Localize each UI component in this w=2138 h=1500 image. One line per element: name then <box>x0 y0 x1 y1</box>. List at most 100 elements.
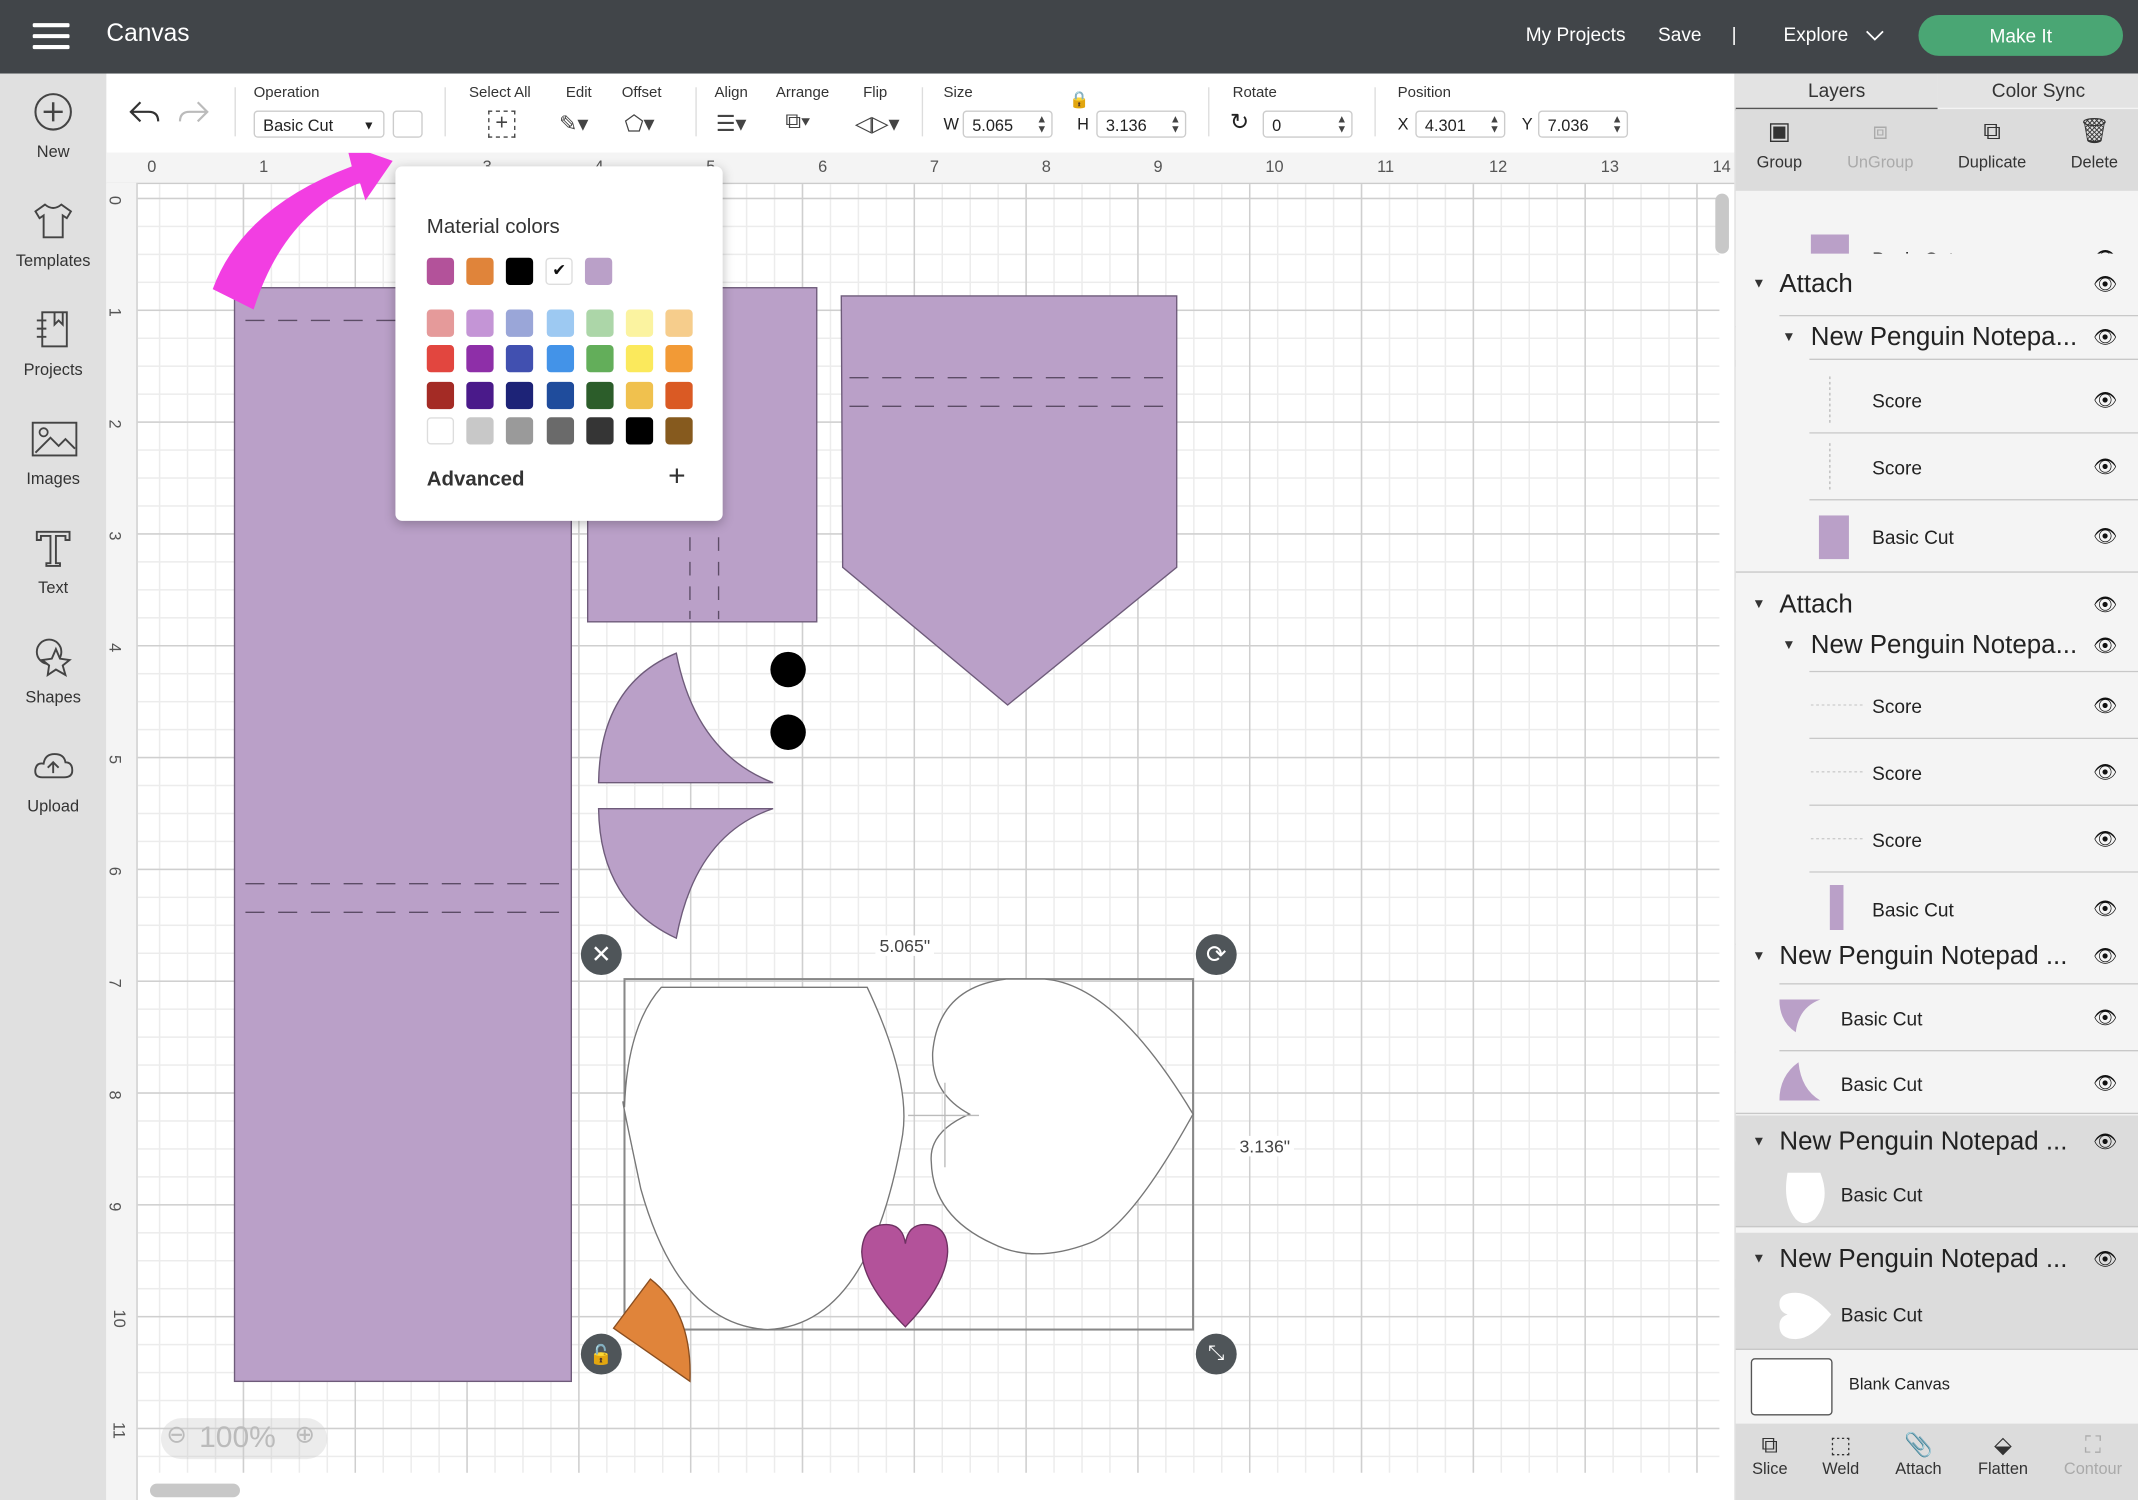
width-stepper-icon[interactable]: ▲ ▼ <box>1036 114 1047 134</box>
expand-advanced-icon[interactable]: + <box>668 458 686 493</box>
color-swatch-button[interactable] <box>392 110 423 138</box>
x-stepper-icon[interactable]: ▲ ▼ <box>1489 114 1500 134</box>
material-color-swatch[interactable] <box>505 257 534 286</box>
rotate-handle-icon[interactable]: ⟳ <box>1195 934 1237 976</box>
operation-select[interactable]: Basic Cut ▼ <box>253 110 385 138</box>
lock-proportions-icon[interactable]: 🔒 <box>1069 90 1089 109</box>
shape-heart-white[interactable] <box>930 978 1194 1255</box>
chevron-down-icon[interactable] <box>1865 29 1884 43</box>
attach-button[interactable]: 📎 Attach <box>1878 1432 1960 1478</box>
palette-color-swatch[interactable] <box>665 381 693 409</box>
material-color-swatch[interactable] <box>584 257 613 286</box>
palette-color-swatch[interactable] <box>546 417 574 445</box>
palette-color-swatch[interactable] <box>586 345 614 373</box>
sidebar-item-images[interactable]: Images <box>0 401 106 510</box>
sidebar-item-templates[interactable]: Templates <box>0 183 106 292</box>
palette-color-swatch[interactable] <box>625 381 654 409</box>
lock-handle-icon[interactable]: 🔓 <box>580 1333 622 1375</box>
make-it-button[interactable]: Make It <box>1918 15 2124 56</box>
visibility-eye-icon[interactable]: 👁 <box>2093 694 2117 717</box>
collapse-caret-icon[interactable]: ▼ <box>1752 1252 1766 1267</box>
width-input[interactable]: 5.065 ▲ ▼ <box>962 110 1053 138</box>
visibility-eye-icon[interactable]: 👁 <box>2093 273 2117 296</box>
y-position-input[interactable]: 7.036 ▲ ▼ <box>1538 110 1629 138</box>
shape-pocket[interactable] <box>840 295 1178 706</box>
palette-color-swatch[interactable] <box>506 417 534 445</box>
sidebar-item-text[interactable]: Text <box>0 510 106 619</box>
palette-color-swatch[interactable] <box>426 417 455 445</box>
weld-button[interactable]: ⬚ Weld <box>1800 1432 1882 1478</box>
save-link[interactable]: Save <box>1658 23 1702 45</box>
my-projects-link[interactable]: My Projects <box>1526 23 1626 45</box>
palette-color-swatch[interactable] <box>586 381 614 409</box>
shape-eye[interactable] <box>770 714 806 751</box>
palette-color-swatch[interactable] <box>665 417 693 445</box>
redo-icon[interactable] <box>177 98 210 125</box>
collapse-caret-icon[interactable]: ▼ <box>1752 597 1766 612</box>
ungroup-button[interactable]: ⧈ UnGroup <box>1833 117 1928 172</box>
visibility-eye-icon[interactable]: 👁 <box>2093 761 2117 784</box>
palette-color-swatch[interactable] <box>546 345 574 373</box>
tab-color-sync[interactable]: Color Sync <box>1937 73 2138 108</box>
rotate-input[interactable]: 0 ▲ ▼ <box>1262 110 1353 138</box>
visibility-eye-icon[interactable]: 👁 <box>2093 1130 2117 1153</box>
horizontal-scrollbar[interactable] <box>149 1483 240 1498</box>
x-position-input[interactable]: 4.301 ▲ ▼ <box>1415 110 1506 138</box>
sidebar-item-projects[interactable]: Projects <box>0 292 106 401</box>
layer-row[interactable]: Score 👁 <box>1735 805 2138 873</box>
sidebar-item-shapes[interactable]: Shapes <box>0 619 106 728</box>
vertical-scrollbar[interactable] <box>1715 193 1729 254</box>
resize-handle-icon[interactable]: ⤡ <box>1195 1333 1237 1375</box>
select-all-icon[interactable]: + <box>488 110 516 138</box>
layer-row[interactable]: Basic Cut 👁 <box>1735 1052 2138 1115</box>
visibility-eye-icon[interactable]: 👁 <box>2093 525 2117 548</box>
delete-handle-icon[interactable]: ✕ <box>580 934 622 976</box>
palette-color-swatch[interactable] <box>426 309 455 337</box>
palette-color-swatch[interactable] <box>546 309 574 337</box>
align-icon[interactable]: ☰▾ <box>716 110 747 137</box>
palette-color-swatch[interactable] <box>466 381 494 409</box>
blank-canvas-row[interactable]: Blank Canvas <box>1735 1350 2138 1424</box>
palette-color-swatch[interactable] <box>426 381 455 409</box>
visibility-eye-icon[interactable]: 👁 <box>2093 634 2117 657</box>
visibility-eye-icon[interactable]: 👁 <box>2093 455 2117 478</box>
visibility-eye-icon[interactable]: 👁 <box>2093 828 2117 851</box>
palette-color-swatch[interactable] <box>625 309 654 337</box>
visibility-eye-icon[interactable]: 👁 <box>2093 1072 2117 1095</box>
height-input[interactable]: 3.136 ▲ ▼ <box>1096 110 1187 138</box>
visibility-eye-icon[interactable]: 👁 <box>2093 326 2117 349</box>
rotate-stepper-icon[interactable]: ▲ ▼ <box>1336 114 1347 134</box>
palette-color-swatch[interactable] <box>506 381 534 409</box>
duplicate-button[interactable]: ⧉ Duplicate <box>1944 117 2039 172</box>
collapse-caret-icon[interactable]: ▼ <box>1782 330 1796 345</box>
visibility-eye-icon[interactable]: 👁 <box>2093 1006 2117 1029</box>
layer-row[interactable]: Score 👁 <box>1735 672 2138 740</box>
palette-color-swatch[interactable] <box>506 345 534 373</box>
visibility-eye-icon[interactable]: 👁 <box>2093 945 2117 968</box>
palette-color-swatch[interactable] <box>625 345 654 373</box>
material-color-swatch[interactable] <box>426 257 455 286</box>
layer-row[interactable]: Score 👁 <box>1735 366 2138 434</box>
tab-layers[interactable]: Layers <box>1735 73 1938 111</box>
y-stepper-icon[interactable]: ▲ ▼ <box>1612 114 1623 134</box>
layer-row[interactable]: Score 👁 <box>1735 433 2138 501</box>
palette-color-swatch[interactable] <box>665 345 693 373</box>
height-stepper-icon[interactable]: ▲ ▼ <box>1170 114 1181 134</box>
layer-row[interactable]: Score 👁 <box>1735 739 2138 806</box>
delete-button[interactable]: 🗑 Delete <box>2047 117 2138 172</box>
layer-row[interactable]: Basic Cut <box>1735 1161 2138 1228</box>
collapse-caret-icon[interactable]: ▼ <box>1752 1135 1766 1150</box>
visibility-eye-icon[interactable]: 👁 <box>2093 593 2117 616</box>
material-color-swatch[interactable]: ✔ <box>545 257 573 286</box>
sidebar-item-new[interactable]: New <box>0 74 106 183</box>
explore-menu[interactable]: Explore <box>1783 23 1848 45</box>
shape-belly[interactable] <box>622 986 905 1331</box>
layer-row[interactable]: Basic Cut <box>1735 1279 2138 1351</box>
flatten-button[interactable]: ⬙ Flatten <box>1962 1432 2044 1478</box>
layer-row[interactable]: Basic Cut 👁 <box>1735 500 2138 573</box>
palette-color-swatch[interactable] <box>466 417 494 445</box>
visibility-eye-icon[interactable]: 👁 <box>2093 1248 2117 1271</box>
shape-heart-magenta[interactable] <box>861 1223 949 1328</box>
sidebar-item-upload[interactable]: Upload <box>0 728 106 837</box>
layer-group-row[interactable]: ▼ New Penguin Notepa... 👁 <box>1735 316 2138 361</box>
